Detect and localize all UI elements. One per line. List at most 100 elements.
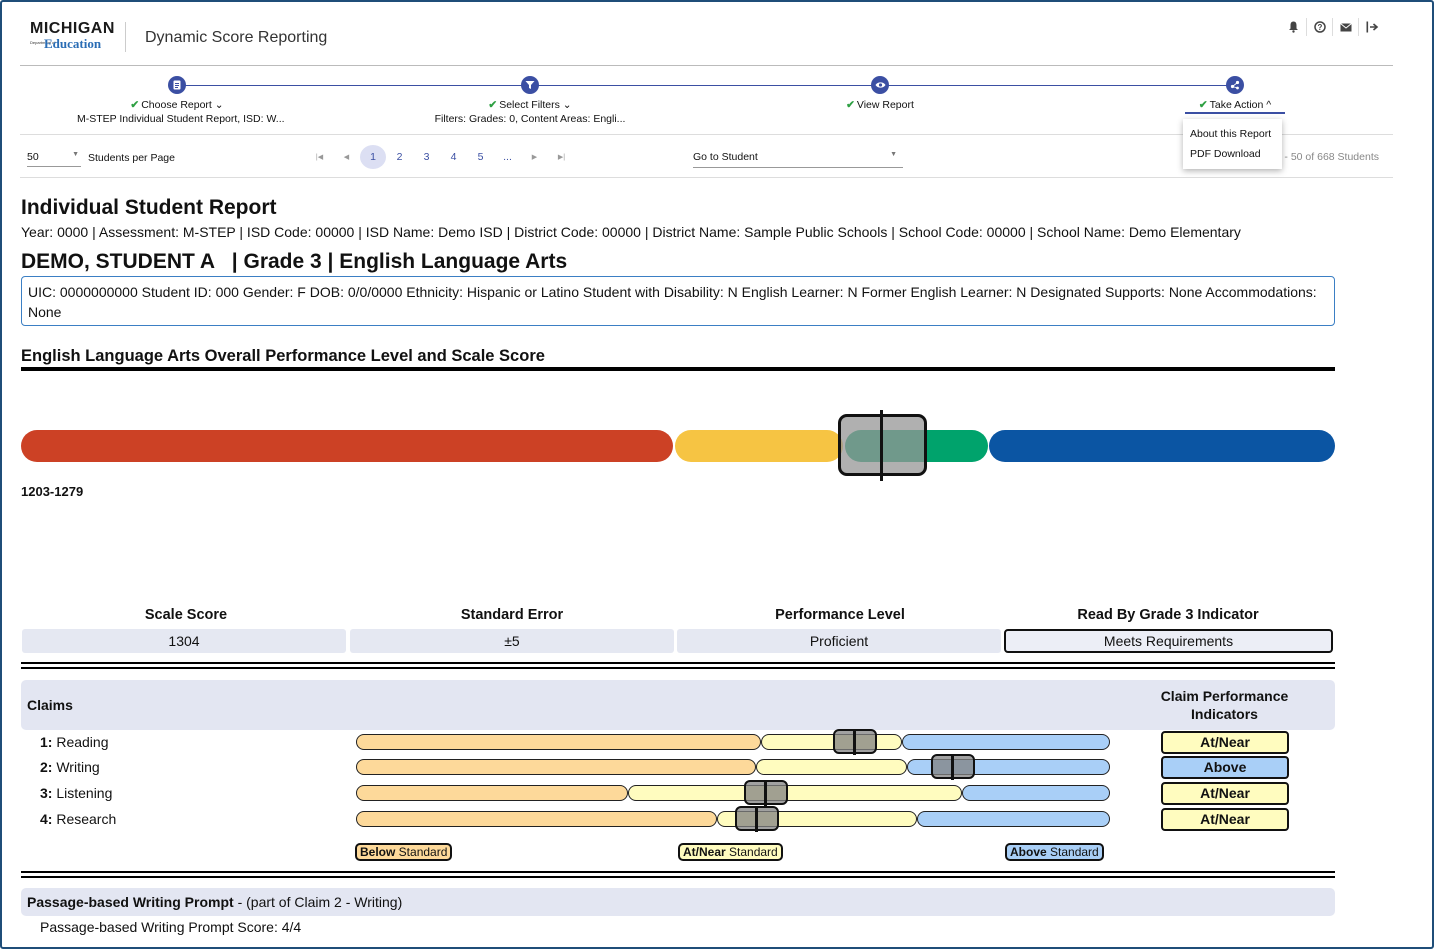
step-summary: Filters: Grades: 0, Content Areas: Engli…: [434, 113, 626, 125]
page-ellipsis[interactable]: ...: [494, 145, 521, 169]
student-heading: DEMO, STUDENT A | Grade 3 | English Lang…: [21, 250, 568, 273]
claim-bar-above: [962, 785, 1110, 801]
step-take-action[interactable]: ✔ Take Action ^: [1185, 76, 1285, 114]
check-icon: ✔: [130, 99, 140, 111]
svg-text:?: ?: [1317, 23, 1322, 32]
writing-prompt-header: Passage-based Writing Prompt - (part of …: [21, 888, 1335, 916]
claim-bar-below: [356, 811, 717, 827]
claim-indicator-reading: At/Near: [1161, 731, 1289, 754]
logout-icon[interactable]: [1359, 18, 1385, 36]
student-count: - 50 of 668 Students: [1284, 151, 1379, 163]
page-button-1[interactable]: 1: [360, 145, 386, 169]
chevron-down-icon: ⌄: [214, 99, 224, 111]
step-view-report[interactable]: ✔ View Report: [830, 76, 930, 111]
step-label: Take Action: [1209, 99, 1264, 111]
menu-item-pdf-download[interactable]: PDF Download: [1183, 147, 1282, 167]
read-by-grade3-value: Meets Requirements: [1004, 629, 1333, 653]
prev-page-icon[interactable]: ◀: [333, 145, 360, 169]
step-select-filters[interactable]: ✔ Select Filters ⌄ Filters: Grades: 0, Co…: [430, 76, 630, 125]
step-label: Choose Report: [141, 99, 212, 111]
claim-bar-above: [902, 734, 1110, 750]
legend-above-standard: Above Standard: [1005, 843, 1104, 861]
claim-indicator-listening: At/Near: [1161, 782, 1289, 805]
performance-level-value: Proficient: [677, 629, 1001, 653]
claim-label-listening: 3: Listening: [40, 785, 113, 801]
app-title: Dynamic Score Reporting: [145, 29, 328, 46]
section-rule: [21, 367, 1335, 371]
page-button-2[interactable]: 2: [386, 145, 413, 169]
score-marker-line: [880, 410, 883, 481]
claim-label-reading: 1: Reading: [40, 734, 109, 750]
page-button-3[interactable]: 3: [413, 145, 440, 169]
app-header: MICHIGAN Department of Education Dynamic…: [20, 10, 1393, 66]
header-divider: [125, 22, 126, 52]
check-icon: ✔: [488, 99, 498, 111]
page-button-4[interactable]: 4: [440, 145, 467, 169]
performance-bar-partially-proficient: [675, 430, 843, 462]
scale-score-header: Scale Score: [144, 607, 228, 623]
step-summary: M-STEP Individual Student Report, ISD: W…: [77, 113, 285, 125]
check-icon: ✔: [846, 99, 855, 111]
claim-bar-below: [356, 734, 761, 750]
section-rule: [21, 667, 1335, 669]
per-page-value: 50: [27, 151, 39, 163]
per-page-select[interactable]: 50 ▼: [27, 151, 81, 167]
section-rule: [21, 876, 1335, 878]
claim-score-line: [951, 754, 954, 780]
legend-near-standard: At/Near Standard: [678, 843, 783, 861]
claim-bar-near: [761, 734, 902, 750]
claim-indicator-research: At/Near: [1161, 808, 1289, 831]
caret-down-icon: ▼: [890, 151, 897, 158]
go-to-student-select[interactable]: Go to Student ▼: [693, 151, 903, 168]
overall-performance-title: English Language Arts Overall Performanc…: [21, 347, 545, 365]
eye-icon: [871, 76, 889, 94]
help-icon[interactable]: ?: [1307, 18, 1333, 36]
step-label: View Report: [856, 99, 914, 111]
header-icons: ?: [1281, 18, 1385, 36]
chevron-down-icon: ⌄: [562, 99, 572, 111]
section-rule: [21, 871, 1335, 873]
first-page-icon[interactable]: |◀: [306, 145, 333, 169]
claim-indicator-writing: Above: [1161, 756, 1289, 779]
read-by-grade3-header: Read By Grade 3 Indicator: [1077, 607, 1259, 623]
claim-score-line: [853, 729, 856, 755]
check-icon: ✔: [1198, 99, 1208, 111]
report-title: Individual Student Report: [21, 196, 277, 219]
performance-bar-not-proficient: [21, 430, 673, 462]
claim-bar-below: [356, 759, 756, 775]
writing-prompt-score: Passage-based Writing Prompt Score: 4/4: [40, 919, 302, 935]
standard-error-value: ±5: [350, 629, 674, 653]
michigan-education-logo: MICHIGAN Department of Education: [30, 20, 115, 51]
claim-score-line: [764, 780, 767, 806]
step-label: Select Filters: [499, 99, 560, 111]
claims-title: Claims: [27, 697, 73, 713]
performance-bar-advanced: [989, 430, 1335, 462]
standard-error-header: Standard Error: [460, 607, 564, 623]
pagination: |◀ ◀ 1 2 3 4 5 ... ▶ ▶|: [306, 145, 575, 169]
scale-score-value: 1304: [22, 629, 346, 653]
step-choose-report[interactable]: ✔ Choose Report ⌄ M-STEP Individual Stude…: [77, 76, 285, 125]
mail-icon[interactable]: [1333, 18, 1359, 36]
per-page-label: Students per Page: [88, 152, 175, 164]
filter-icon: [521, 76, 539, 94]
page-button-5[interactable]: 5: [467, 145, 494, 169]
last-page-icon[interactable]: ▶|: [548, 145, 575, 169]
claim-bar-near: [628, 785, 962, 801]
stepper-line: [177, 85, 1235, 86]
chevron-up-icon: ^: [1266, 99, 1272, 111]
share-icon: [1226, 76, 1244, 94]
claim-bar-near: [756, 759, 907, 775]
claim-bar-above: [917, 811, 1110, 827]
performance-level-header: Performance Level: [775, 607, 905, 623]
go-to-student-label: Go to Student: [693, 151, 758, 163]
caret-down-icon: ▼: [72, 151, 79, 158]
student-demographics: UIC: 0000000000 Student ID: 000 Gender: …: [21, 276, 1335, 326]
claim-label-writing: 2: Writing: [40, 759, 100, 775]
claim-bar-below: [356, 785, 628, 801]
take-action-menu: About this Report PDF Download: [1183, 119, 1282, 169]
claims-header: Claims Claim Performance Indicators: [21, 680, 1335, 730]
next-page-icon[interactable]: ▶: [521, 145, 548, 169]
report-meta: Year: 0000 | Assessment: M-STEP | ISD Co…: [21, 224, 1241, 240]
menu-item-about-report[interactable]: About this Report: [1183, 127, 1282, 147]
bell-icon[interactable]: [1281, 18, 1307, 36]
